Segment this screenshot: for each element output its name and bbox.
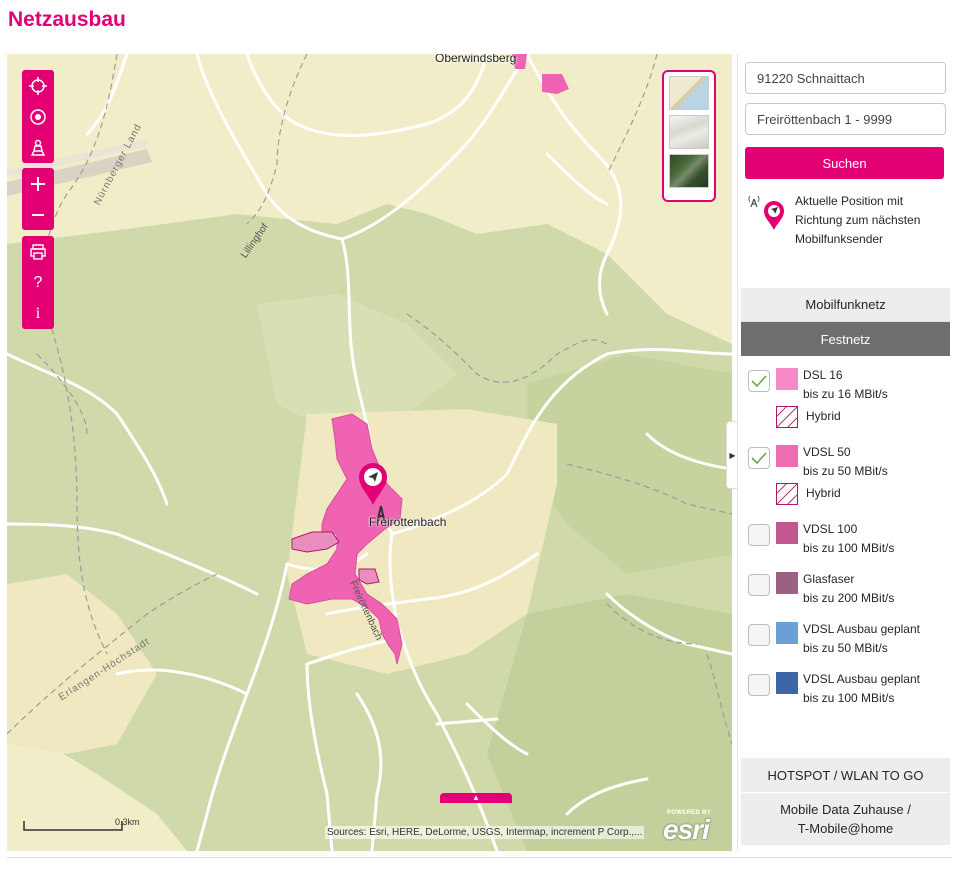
legend-label-vdsl100: VDSL 100 bis zu 100 MBit/s <box>803 520 894 558</box>
page-title: Netzausbau <box>8 8 126 31</box>
help-icon: ? <box>33 273 43 291</box>
position-info-text: Aktuelle Position mit Richtung zum nächs… <box>795 192 920 249</box>
legend-title-dsl16: DSL 16 <box>803 368 843 382</box>
legend-swatch-vdsl100 <box>776 522 798 544</box>
position-info: Aktuelle Position mit Richtung zum nächs… <box>747 192 952 248</box>
legend-swatch-vdsl-planned-100 <box>776 672 798 694</box>
legend-item-dsl16: DSL 16 bis zu 16 MBit/s <box>747 366 952 410</box>
legend-swatch-hybrid-1 <box>776 406 798 428</box>
legend-subtitle-vdsl-planned-50: bis zu 50 MBit/s <box>803 641 888 655</box>
map-tools-zoom <box>22 168 54 230</box>
info-icon: i <box>35 304 41 322</box>
legend-hybrid-2: Hybrid <box>775 482 895 506</box>
help-button[interactable]: ? <box>22 267 54 298</box>
chevron-up-icon: ▲ <box>472 793 480 802</box>
legend-swatch-vdsl-planned-50 <box>776 622 798 644</box>
legend-title-glasfaser: Glasfaser <box>803 572 855 586</box>
legend-title-vdsl-planned-50: VDSL Ausbau geplant <box>803 622 920 636</box>
legend-checkbox-glasfaser[interactable] <box>748 574 770 596</box>
legend-subtitle-vdsl100: bis zu 100 MBit/s <box>803 541 895 555</box>
info-button[interactable]: i <box>22 298 54 329</box>
scale-label: 0.3km <box>115 817 140 827</box>
legend-subtitle-glasfaser: bis zu 200 MBit/s <box>803 591 895 605</box>
legend-label-vdsl-planned-50: VDSL Ausbau geplant bis zu 50 MBit/s <box>803 620 920 658</box>
legend-item-vdsl100: VDSL 100 bis zu 100 MBit/s <box>747 520 952 564</box>
checkmark-icon <box>751 375 767 388</box>
legend-label-glasfaser: Glasfaser bis zu 200 MBit/s <box>803 570 894 608</box>
legend-swatch-glasfaser <box>776 572 798 594</box>
map-attribution: Sources: Esri, HERE, DeLorme, USGS, Inte… <box>325 826 645 839</box>
scale-bar <box>23 819 123 833</box>
zoom-in-button[interactable] <box>22 168 54 199</box>
legend-checkbox-vdsl-planned-100[interactable] <box>748 674 770 696</box>
map-tools-location <box>22 70 54 163</box>
chevron-right-icon: ▶ <box>729 450 736 460</box>
tab-festnetz[interactable]: Festnetz <box>741 322 950 356</box>
legend-checkbox-vdsl-planned-50[interactable] <box>748 624 770 646</box>
legend-label-hybrid-1: Hybrid <box>806 409 841 423</box>
tab-mobile-data-line-2: T-Mobile@home <box>797 821 894 836</box>
street-view-button[interactable] <box>22 132 54 163</box>
legend-title-vdsl50: VDSL 50 <box>803 445 851 459</box>
legend-label-hybrid-2: Hybrid <box>806 486 841 500</box>
legend-subtitle-vdsl50: bis zu 50 MBit/s <box>803 464 888 478</box>
basemap-terrain-thumbnail[interactable] <box>669 115 709 149</box>
legend-item-vdsl-planned-100: VDSL Ausbau geplant bis zu 100 MBit/s <box>747 670 952 714</box>
legend-item-vdsl50: VDSL 50 bis zu 50 MBit/s <box>747 443 952 487</box>
search-button[interactable]: Suchen <box>745 147 944 179</box>
tab-hotspot[interactable]: HOTSPOT / WLAN TO GO <box>741 758 950 792</box>
legend-hybrid-1: Hybrid <box>775 405 895 429</box>
my-position-button[interactable] <box>22 101 54 132</box>
legend-checkbox-dsl16[interactable] <box>748 370 770 392</box>
legend-label-vdsl-planned-100: VDSL Ausbau geplant bis zu 100 MBit/s <box>803 670 920 708</box>
print-icon <box>30 243 46 260</box>
legend-item-vdsl-planned-50: VDSL Ausbau geplant bis zu 50 MBit/s <box>747 620 952 664</box>
position-info-line-1: Aktuelle Position mit <box>795 194 904 208</box>
map-view[interactable]: Oberwindsberg Freiröttenbach Freiröttenb… <box>7 54 732 851</box>
basemap-switcher <box>662 70 716 202</box>
tab-mobilfunknetz[interactable]: Mobilfunknetz <box>741 288 950 322</box>
legend-checkbox-vdsl50[interactable] <box>748 447 770 469</box>
tab-mobile-data-line-1: Mobile Data Zuhause / <box>780 802 911 817</box>
legend-swatch-vdsl50 <box>776 445 798 467</box>
legend-subtitle-dsl16: bis zu 16 MBit/s <box>803 387 888 401</box>
legend-swatch-dsl16 <box>776 368 798 390</box>
legend-title-vdsl-planned-100: VDSL Ausbau geplant <box>803 672 920 686</box>
sidebar-divider <box>737 54 738 851</box>
legend-swatch-hybrid-2 <box>776 483 798 505</box>
legend-subtitle-vdsl-planned-100: bis zu 100 MBit/s <box>803 691 895 705</box>
esri-logo: POWERED BY esri <box>663 810 725 845</box>
antenna-icon <box>748 195 760 208</box>
tab-mobile-data-zuhause[interactable]: Mobile Data Zuhause / T-Mobile@home <box>741 793 950 845</box>
position-info-line-2: Richtung zum nächsten <box>795 213 921 227</box>
street-input[interactable] <box>745 103 946 135</box>
location-input[interactable] <box>745 62 946 94</box>
basemap-satellite-thumbnail[interactable] <box>669 154 709 188</box>
legend-label-dsl16: DSL 16 bis zu 16 MBit/s <box>803 366 888 404</box>
legend-label-vdsl50: VDSL 50 bis zu 50 MBit/s <box>803 443 888 481</box>
location-pin-icon[interactable] <box>358 462 388 506</box>
legend-title-vdsl100: VDSL 100 <box>803 522 858 536</box>
person-icon <box>30 139 46 156</box>
esri-wordmark: esri <box>663 814 710 845</box>
expand-bottom-tab[interactable]: ▲ <box>440 793 512 803</box>
place-label-freirottenbach: Freiröttenbach <box>369 515 447 529</box>
legend-item-glasfaser: Glasfaser bis zu 200 MBit/s <box>747 570 952 614</box>
locate-button[interactable] <box>22 70 54 101</box>
position-icon <box>30 108 46 125</box>
zoom-out-button[interactable] <box>22 199 54 230</box>
checkmark-icon <box>751 452 767 465</box>
legend-checkbox-vdsl100[interactable] <box>748 524 770 546</box>
print-button[interactable] <box>22 236 54 267</box>
footer-divider <box>7 857 952 858</box>
basemap-topo-thumbnail[interactable] <box>669 76 709 110</box>
direction-pin-icon <box>764 201 784 230</box>
map-tools-misc: ? i <box>22 236 54 329</box>
place-label-oberwindsberg: Oberwindsberg <box>435 54 517 65</box>
locate-icon <box>29 76 47 95</box>
zoom-out-icon <box>32 213 44 216</box>
zoom-in-icon <box>31 176 45 191</box>
position-info-line-3: Mobilfunksender <box>795 232 884 246</box>
